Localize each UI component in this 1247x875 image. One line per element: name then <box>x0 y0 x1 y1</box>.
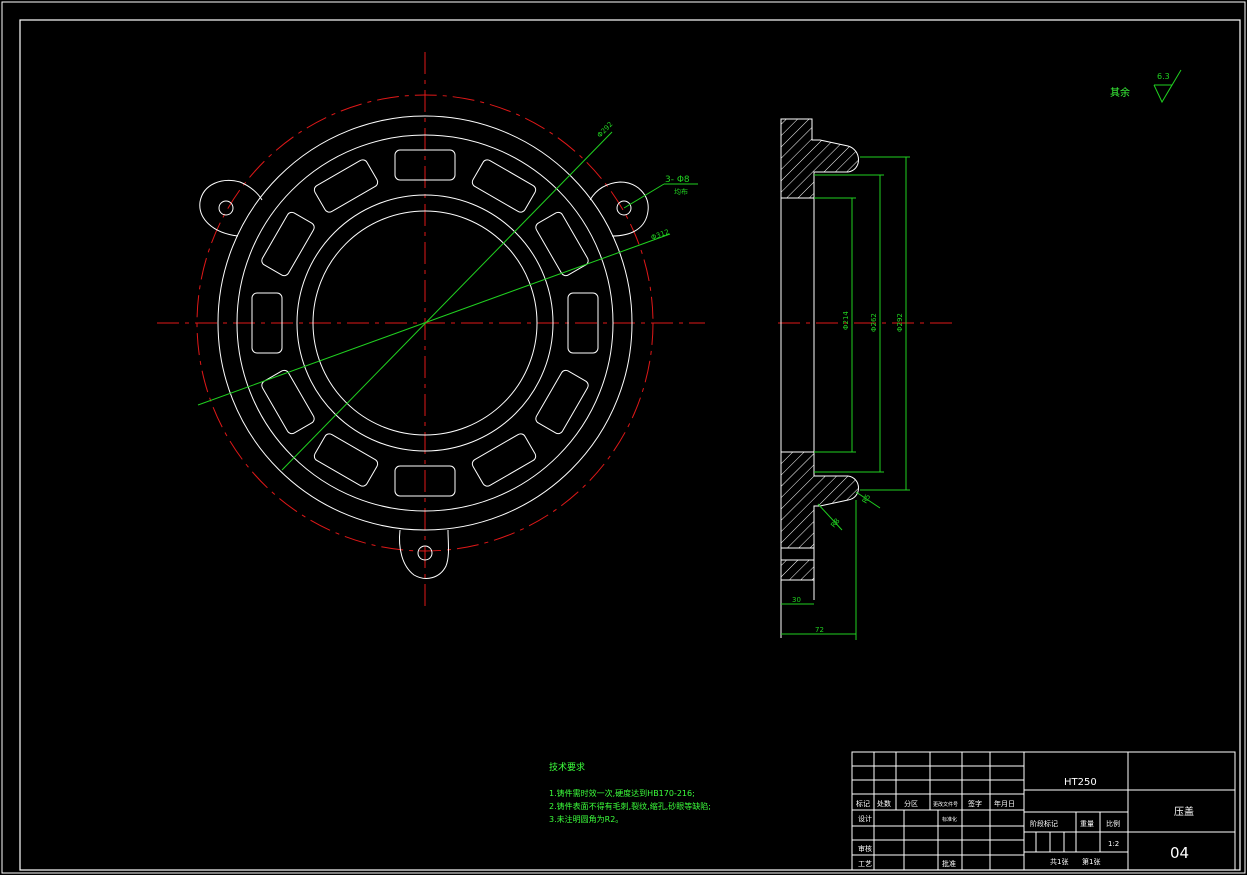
side-lower-lug <box>780 559 815 581</box>
side-outline <box>780 118 859 199</box>
ear-right <box>589 181 649 237</box>
review-label: 审核 <box>858 844 872 853</box>
window <box>313 433 379 487</box>
stage-label: 阶段标记 <box>1030 819 1058 828</box>
dim-line-pitch <box>197 233 671 406</box>
window <box>535 211 589 277</box>
inner-frame <box>19 19 1241 871</box>
side-outline-lower <box>780 451 859 549</box>
window <box>535 369 589 435</box>
tech-item: 2.铸件表面不得有毛刺,裂纹,缩孔,砂眼等缺陷; <box>549 801 711 811</box>
roughness-value: 6.3 <box>1157 72 1170 81</box>
hole-note: 3- Φ8 <box>665 175 690 185</box>
header-zone: 分区 <box>904 799 918 808</box>
ear-left-hole <box>218 200 234 216</box>
dim-width-text: 30 <box>792 596 801 604</box>
weight-label: 重量 <box>1080 820 1094 828</box>
dim-total-text: 72 <box>815 626 824 634</box>
scale-value: 1:2 <box>1108 840 1119 848</box>
sheet-total: 共1张 <box>1050 857 1068 866</box>
dim-pitch-text: Φ312 <box>650 228 670 242</box>
window <box>471 433 537 487</box>
drawing-no: 04 <box>1170 844 1189 862</box>
dim-outer-text: Φ292 <box>596 120 615 139</box>
tech-requirements: 技术要求 1.铸件需时效一次,硬度达到HB170-216; 2.铸件表面不得有毛… <box>549 761 711 824</box>
leader-hole <box>623 183 665 209</box>
roughness-symbol: 其余 6.3 <box>1110 69 1182 104</box>
front-view: Φ292 Φ312 3- Φ8 均布 <box>157 52 705 612</box>
window <box>471 159 537 213</box>
dim-bore-text: Φ214 <box>842 311 850 330</box>
header-sign: 签字 <box>968 799 982 808</box>
process-label: 工艺 <box>858 860 872 868</box>
leader-radius <box>817 503 843 531</box>
header-change: 更改文件号 <box>933 801 958 808</box>
tech-item: 3.未注明圆角为R2。 <box>549 814 623 824</box>
ear-bottom <box>399 529 449 579</box>
dim-bore: Φ214 <box>814 197 856 453</box>
cad-drawing: Φ292 Φ312 3- Φ8 均布 Φ214 Φ262 Φ292 R8 R5 … <box>1 1 1246 874</box>
dim-flange-text: Φ292 <box>896 313 904 332</box>
window <box>261 211 315 277</box>
tech-item: 1.铸件需时效一次,硬度达到HB170-216; <box>549 788 695 798</box>
dim-line-outer <box>281 131 613 471</box>
dim-chamfer-text: R5 <box>861 493 873 505</box>
tech-title: 技术要求 <box>549 761 585 773</box>
window <box>261 369 315 435</box>
roughness-label: 其余 <box>1110 86 1130 99</box>
header-mark: 标记 <box>856 799 870 808</box>
header-date: 年月日 <box>994 799 1015 808</box>
material: HT250 <box>1064 777 1097 788</box>
part-name: 压盖 <box>1174 805 1194 818</box>
title-block-text: 标记 处数 分区 更改文件号 签字 年月日 设计 标准化 审核 工艺 批准 HT… <box>856 777 1194 868</box>
window <box>313 159 379 213</box>
dim-step-text: Φ262 <box>870 313 878 332</box>
approve-label: 批准 <box>942 859 956 868</box>
design-label: 设计 <box>858 814 872 823</box>
hole-note-2: 均布 <box>674 187 688 196</box>
standard-label: 标准化 <box>942 816 957 823</box>
sheet-no: 第1张 <box>1082 857 1100 866</box>
side-view: Φ214 Φ262 Φ292 R8 R5 30 72 <box>778 118 952 640</box>
outer-frame <box>1 1 1246 874</box>
scale-label: 比例 <box>1106 819 1120 828</box>
header-count: 处数 <box>877 799 891 808</box>
